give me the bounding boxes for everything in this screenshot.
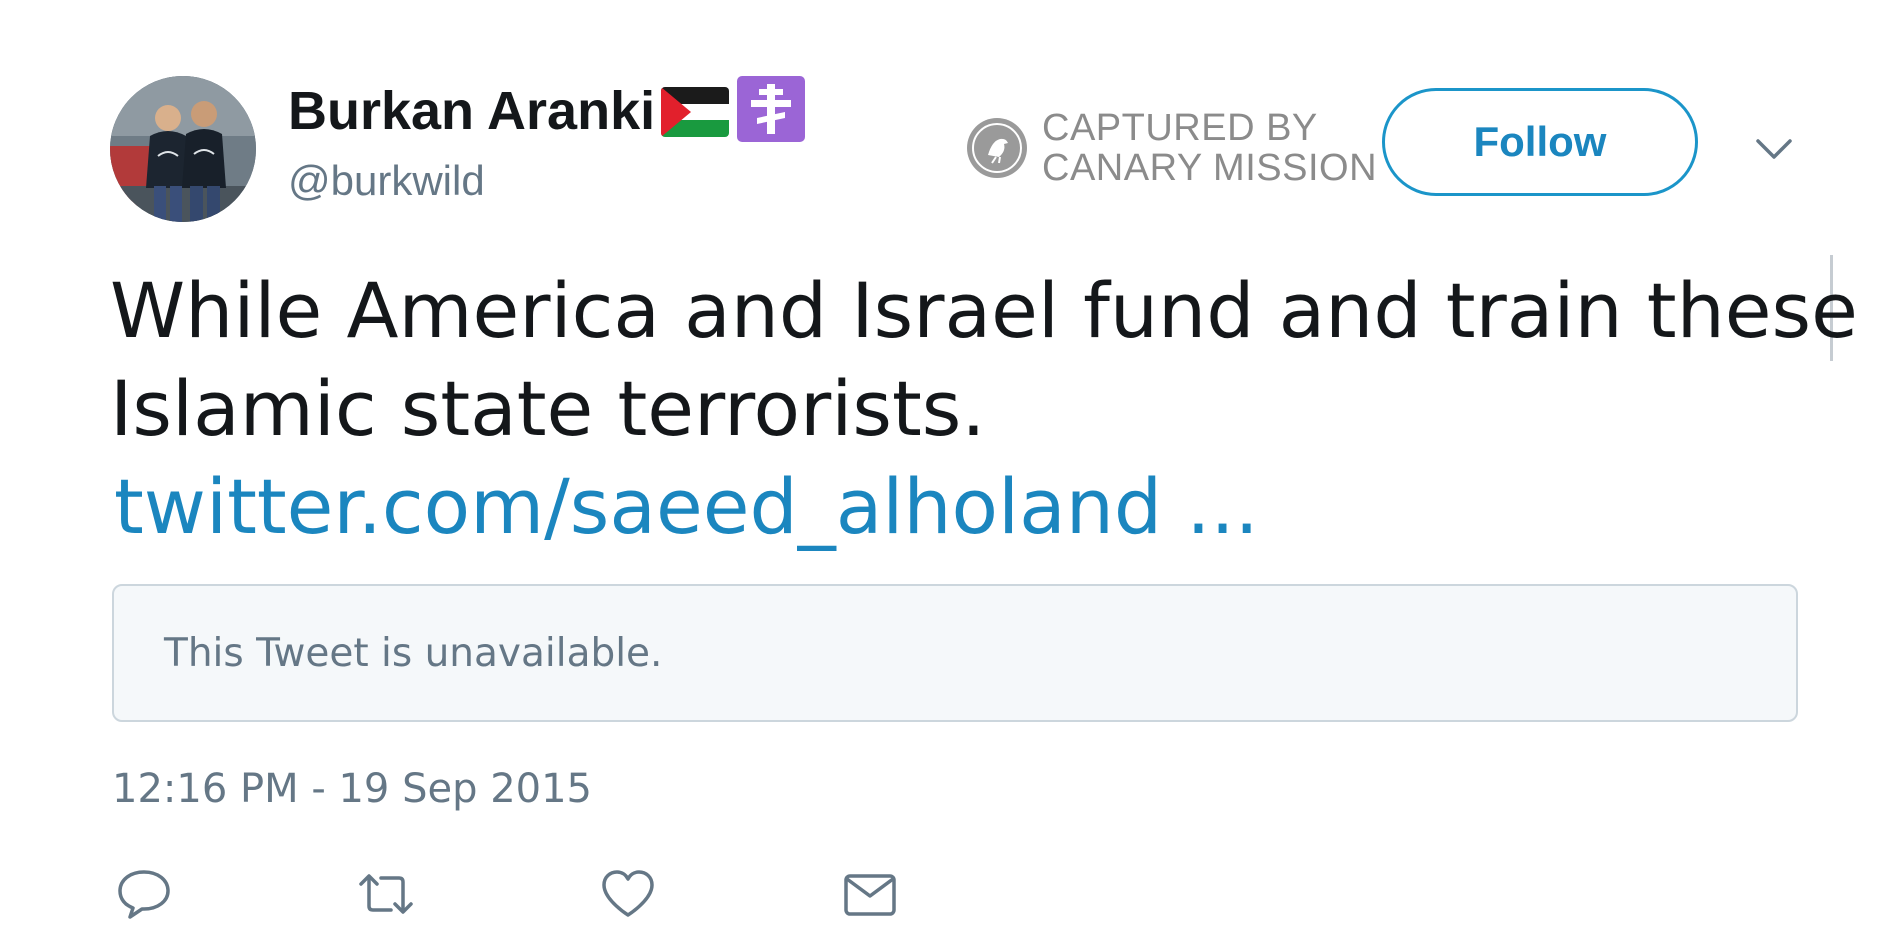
canary-watermark-text: CAPTURED BY CANARY MISSION <box>1042 108 1377 188</box>
author-display-name[interactable]: Burkan Aranki <box>288 78 655 144</box>
palestine-flag-emoji <box>661 87 730 137</box>
avatar-photo <box>110 76 256 222</box>
quoted-tweet-unavailable-text: This Tweet is unavailable. <box>164 631 663 676</box>
like-icon[interactable] <box>599 868 657 920</box>
tweet-text-line2: Islamic state terrorists. <box>110 364 986 453</box>
chevron-down-icon[interactable] <box>1753 128 1795 170</box>
canary-watermark-line2: CANARY MISSION <box>1042 147 1378 189</box>
retweet-icon[interactable] <box>357 868 415 920</box>
tweet-actions <box>0 868 1881 928</box>
reply-icon[interactable] <box>115 868 173 920</box>
author-handle[interactable]: @burkwild <box>288 154 485 208</box>
orthodox-cross-emoji <box>737 76 806 142</box>
avatar[interactable] <box>110 76 256 222</box>
tweet-text-line1: While America and Israel fund and train … <box>110 266 1858 355</box>
tweet-text: While America and Israel fund and train … <box>110 262 1858 458</box>
canary-mission-watermark: CAPTURED BY CANARY MISSION <box>966 108 1377 188</box>
tweet-timestamp[interactable]: 12:16 PM - 19 Sep 2015 <box>112 764 592 814</box>
follow-button[interactable]: Follow <box>1382 88 1698 196</box>
quoted-tweet-card: This Tweet is unavailable. <box>112 584 1798 722</box>
canary-bird-icon <box>966 117 1028 179</box>
author-name-row[interactable]: Burkan Aranki <box>288 76 806 144</box>
tweet-link[interactable]: twitter.com/saeed_alholand ... <box>114 458 1259 556</box>
canary-watermark-line1: CAPTURED BY <box>1042 107 1318 149</box>
direct-message-icon[interactable] <box>841 868 899 920</box>
